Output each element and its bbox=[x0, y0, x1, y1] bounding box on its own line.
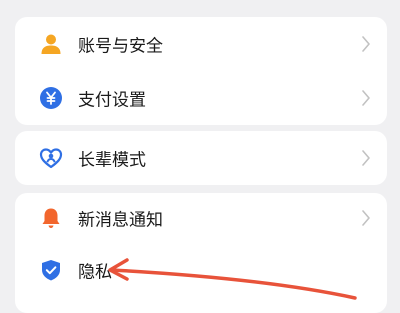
settings-item-label: 长辈模式 bbox=[78, 150, 146, 171]
settings-item-account-security[interactable]: 账号与安全 bbox=[15, 17, 387, 71]
settings-item-label: 隐私 bbox=[78, 262, 112, 283]
heart-person-icon bbox=[39, 146, 63, 170]
chevron-right-icon bbox=[362, 210, 370, 226]
settings-card-elder: 长辈模式 bbox=[15, 131, 387, 185]
settings-item-elder-mode[interactable]: 长辈模式 bbox=[15, 131, 387, 185]
settings-item-privacy[interactable]: 隐私 bbox=[15, 243, 387, 297]
chevron-right-icon bbox=[362, 150, 370, 166]
settings-item-payment[interactable]: 支付设置 bbox=[15, 71, 387, 125]
bell-icon bbox=[39, 206, 63, 230]
settings-item-label: 账号与安全 bbox=[78, 36, 163, 57]
settings-item-label: 支付设置 bbox=[78, 90, 146, 111]
settings-card-notifications: 新消息通知 隐私 bbox=[15, 193, 387, 313]
person-icon bbox=[39, 32, 63, 56]
settings-item-label: 新消息通知 bbox=[78, 210, 163, 231]
settings-item-notifications[interactable]: 新消息通知 bbox=[15, 193, 387, 243]
yuan-icon bbox=[39, 86, 63, 110]
chevron-right-icon bbox=[362, 90, 370, 106]
shield-check-icon bbox=[39, 258, 63, 282]
chevron-right-icon bbox=[362, 36, 370, 52]
settings-card-account: 账号与安全 支付设置 bbox=[15, 17, 387, 125]
